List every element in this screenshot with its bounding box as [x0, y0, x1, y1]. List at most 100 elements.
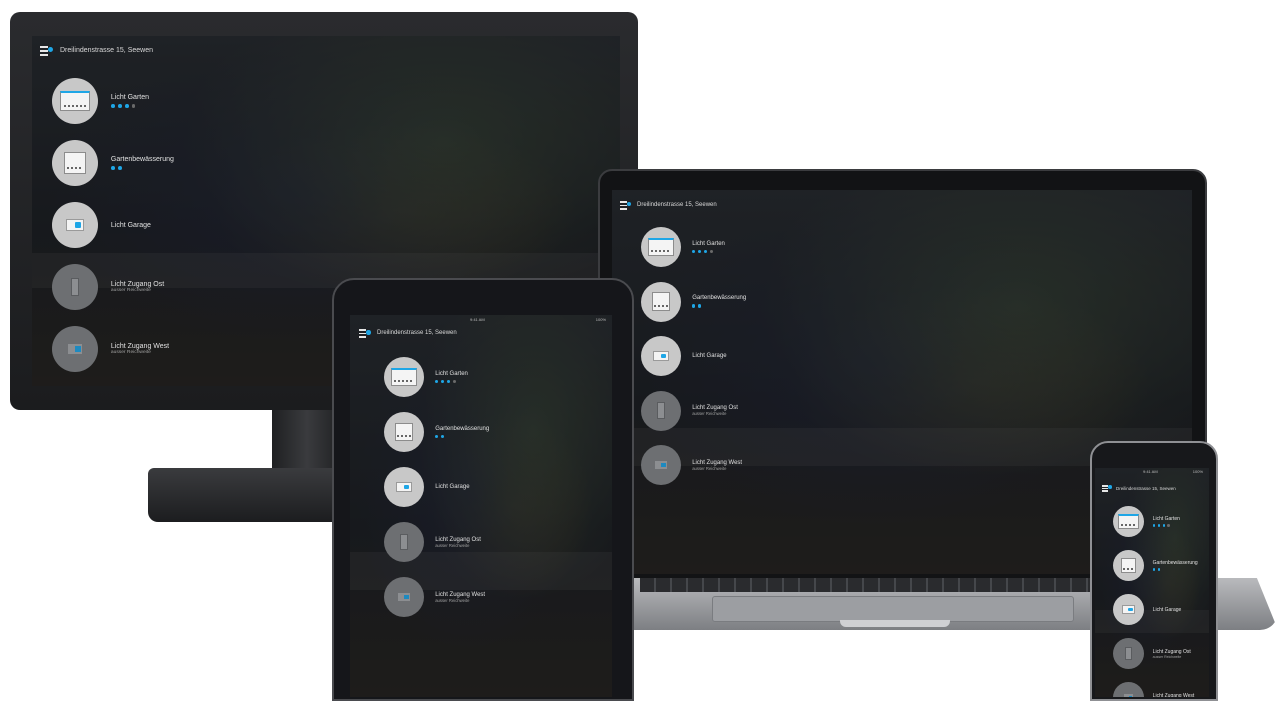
app-header: Dreilindenstrasse 15, Seewen: [359, 329, 457, 338]
laptop-keyboard: [640, 578, 1140, 592]
status-dots: [1152, 524, 1180, 528]
device-item[interactable]: Licht Garten: [1113, 506, 1180, 537]
device-item[interactable]: Licht Zugang Ost ausser Reichweite: [52, 264, 164, 310]
mini-switch-icon: [655, 461, 667, 469]
device-avatar[interactable]: [52, 202, 98, 248]
device-avatar[interactable]: [641, 281, 681, 322]
device-avatar[interactable]: [52, 140, 98, 186]
status-dots: [692, 249, 725, 254]
status-dot-on: [1157, 568, 1161, 572]
light-panel-icon: [59, 91, 91, 111]
device-text: Licht Zugang Ost ausser Reichweite: [111, 281, 164, 293]
device-item[interactable]: Licht Zugang Ost ausser Reichweite: [641, 390, 738, 431]
device-item[interactable]: Licht Zugang Ost ausser Reichweite: [384, 522, 481, 562]
device-item[interactable]: Licht Zugang Westausser Reichweite: [1113, 682, 1194, 697]
device-avatar[interactable]: [1113, 638, 1144, 669]
menu-icon[interactable]: [359, 329, 371, 338]
light-panel-icon: [1117, 514, 1140, 529]
status-dot-on: [124, 104, 129, 109]
status-dots: [110, 166, 174, 171]
device-name: Gartenbewässerung: [435, 425, 490, 432]
device-item[interactable]: Licht Zugang Ost ausser Reichweite: [1113, 638, 1191, 669]
device-avatar[interactable]: [52, 78, 98, 124]
irrigation-panel-icon: [394, 422, 414, 442]
device-item[interactable]: Licht Garten: [641, 227, 725, 267]
device-text: Licht Zugang Ost ausser Reichweite: [435, 537, 481, 548]
status-dot-on: [1152, 568, 1156, 572]
device-name: Licht Garten: [435, 370, 468, 377]
device-item[interactable]: Licht Garten: [384, 357, 468, 397]
device-name: Gartenbewässerung: [110, 155, 174, 163]
status-dot-off: [452, 379, 457, 384]
device-avatar[interactable]: [384, 467, 424, 507]
device-avatar[interactable]: [384, 357, 424, 397]
device-item[interactable]: Gartenbewässerung: [52, 140, 174, 186]
status-dots: [435, 434, 489, 439]
device-avatar[interactable]: [641, 227, 681, 267]
device-item[interactable]: Licht Garten: [52, 78, 149, 124]
device-item[interactable]: Gartenbewässerung: [1113, 550, 1198, 581]
wall-switch-icon: [70, 277, 80, 297]
app-header: Dreilindenstrasse 15, Seewen: [1102, 485, 1176, 492]
mini-switch-icon: [68, 344, 82, 354]
device-item[interactable]: Licht Zugang Westausser Reichweite: [641, 445, 742, 485]
location-title[interactable]: Dreilindenstrasse 15, Seewen: [637, 202, 717, 208]
device-avatar[interactable]: [1113, 682, 1144, 697]
location-title[interactable]: Dreilindenstrasse 15, Seewen: [1116, 486, 1176, 491]
device-text: Licht Garten: [435, 370, 468, 384]
device-name: Licht Garten: [110, 93, 150, 101]
device-avatar[interactable]: [384, 522, 424, 562]
location-title[interactable]: Dreilindenstrasse 15, Seewen: [60, 47, 153, 54]
device-subtitle: ausser Reichweite: [435, 542, 470, 548]
app-header: Dreilindenstrasse 15, Seewen: [620, 201, 717, 210]
status-dot-on: [441, 434, 445, 439]
device-text: Licht Zugang Westausser Reichweite: [692, 460, 742, 471]
status-dot-on: [441, 379, 445, 384]
device-avatar[interactable]: [384, 577, 424, 617]
device-item[interactable]: Licht Garage: [1113, 594, 1181, 625]
device-text: Licht Garten: [110, 93, 150, 109]
menu-icon[interactable]: [1102, 485, 1112, 492]
device-avatar[interactable]: [384, 412, 424, 452]
light-panel-icon: [390, 368, 418, 386]
device-avatar[interactable]: [641, 445, 681, 485]
status-time: 9:41 AM: [1143, 469, 1158, 474]
device-avatar[interactable]: [641, 390, 681, 431]
device-avatar[interactable]: [1113, 594, 1144, 625]
device-avatar[interactable]: [52, 264, 98, 310]
phone-status-bar: 9:41 AM 100%: [1095, 468, 1209, 476]
location-title[interactable]: Dreilindenstrasse 15, Seewen: [377, 330, 457, 336]
wall-switch-icon: [657, 402, 665, 419]
device-item[interactable]: Gartenbewässerung: [641, 281, 747, 322]
menu-icon[interactable]: [620, 201, 631, 210]
status-dot-on: [692, 249, 696, 254]
device-item[interactable]: Licht Zugang Westausser Reichweite: [384, 577, 485, 617]
device-item[interactable]: Licht Garage: [52, 202, 151, 248]
device-subtitle: ausser Reichweite: [692, 465, 727, 471]
device-name: Licht Garage: [435, 484, 470, 490]
status-dot-on: [447, 379, 451, 384]
status-dot-on: [698, 304, 702, 308]
device-avatar[interactable]: [1113, 550, 1144, 581]
status-dots: [1152, 568, 1198, 572]
device-avatar[interactable]: [641, 336, 681, 376]
menu-icon[interactable]: [40, 46, 53, 56]
device-text: Licht Zugang Westausser Reichweite: [1153, 693, 1195, 698]
status-dot-on: [1152, 524, 1156, 528]
status-dots: [692, 304, 746, 308]
status-dot-on: [435, 434, 439, 439]
device-item[interactable]: Licht Garage: [641, 336, 727, 376]
switch-icon: [395, 482, 413, 492]
device-name: Gartenbewässerung: [692, 295, 747, 302]
device-avatar[interactable]: [52, 326, 98, 372]
device-name: Licht Garage: [110, 221, 151, 229]
status-dot-on: [117, 166, 122, 171]
device-avatar[interactable]: [1113, 506, 1144, 537]
device-item[interactable]: Licht Zugang Westausser Reichweite: [52, 326, 169, 372]
switch-icon: [652, 351, 670, 361]
app-header: Dreilindenstrasse 15, Seewen: [40, 46, 153, 56]
device-item[interactable]: Licht Garage: [384, 467, 470, 507]
device-item[interactable]: Gartenbewässerung: [384, 412, 489, 452]
light-panel-icon: [647, 238, 675, 256]
status-dot-off: [709, 249, 714, 254]
